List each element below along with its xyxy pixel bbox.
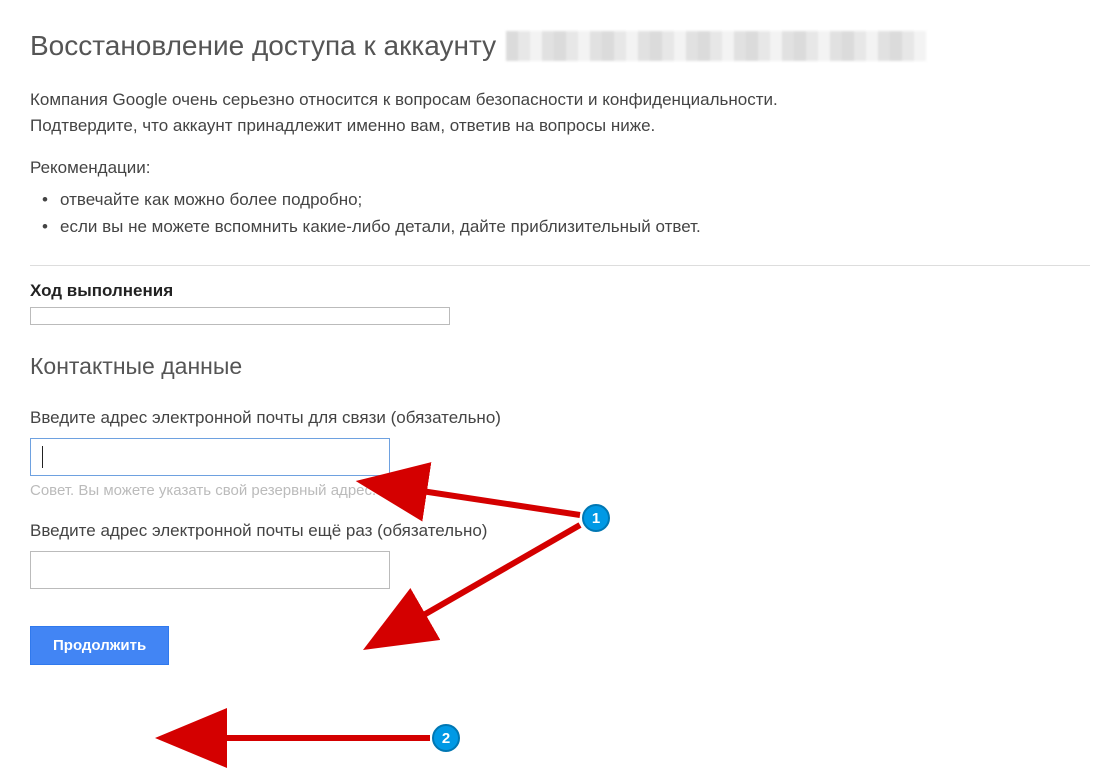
continue-button[interactable]: Продолжить (30, 626, 169, 665)
recommendation-item: если вы не можете вспомнить какие-либо д… (60, 213, 1090, 240)
email-confirm-input[interactable] (30, 551, 390, 589)
separator (30, 265, 1090, 266)
email-hint: Совет. Вы можете указать свой резервный … (30, 482, 1090, 499)
intro-line-1: Компания Google очень серьезно относится… (30, 90, 778, 109)
redacted-account-identifier (506, 31, 926, 61)
email-label: Введите адрес электронной почты для связ… (30, 408, 1090, 428)
intro-line-2: Подтвердите, что аккаунт принадлежит име… (30, 116, 655, 135)
email-confirm-label: Введите адрес электронной почты ещё раз … (30, 521, 1090, 541)
annotation-callout-1: 1 (582, 504, 610, 532)
contact-section-title: Контактные данные (30, 353, 1090, 380)
intro-text: Компания Google очень серьезно относится… (30, 87, 1090, 138)
recommendations-list: отвечайте как можно более подробно; если… (30, 186, 1090, 240)
text-cursor-icon (42, 446, 43, 468)
annotation-callout-2: 2 (432, 724, 460, 752)
recommendation-item: отвечайте как можно более подробно; (60, 186, 1090, 213)
page-title: Восстановление доступа к аккаунту (30, 30, 1090, 62)
progress-label: Ход выполнения (30, 281, 1090, 301)
email-field-block: Введите адрес электронной почты для связ… (30, 408, 1090, 499)
page-title-text: Восстановление доступа к аккаунту (30, 30, 496, 62)
email-input[interactable] (30, 438, 390, 476)
recommendations-label: Рекомендации: (30, 158, 1090, 178)
email-confirm-field-block: Введите адрес электронной почты ещё раз … (30, 521, 1090, 589)
progress-bar (30, 307, 450, 325)
